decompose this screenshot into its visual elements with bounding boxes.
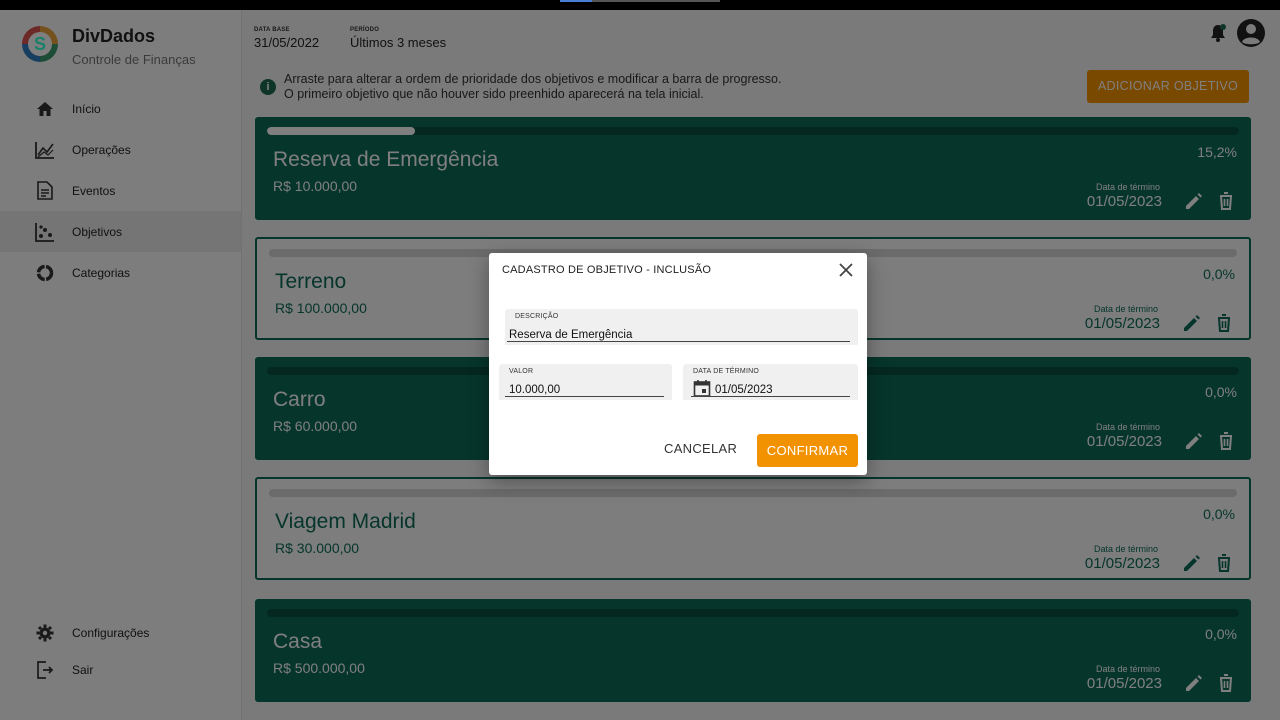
confirm-button[interactable]: CONFIRMAR xyxy=(757,434,858,467)
app-screen: S DivDados Controle de Finanças Início O… xyxy=(0,10,1280,720)
descricao-field[interactable]: DESCRIÇÃO Reserva de Emergência xyxy=(505,309,858,345)
field-underline xyxy=(505,396,664,397)
window-indicator xyxy=(560,0,592,2)
field-underline xyxy=(507,341,850,342)
descricao-label: DESCRIÇÃO xyxy=(515,313,559,320)
top-strip xyxy=(0,0,1280,10)
objective-dialog: CADASTRO DE OBJETIVO - INCLUSÃO DESCRIÇÃ… xyxy=(489,253,867,475)
app-logo: S xyxy=(22,26,58,62)
descricao-input[interactable]: Reserva de Emergência xyxy=(509,329,632,341)
data-termino-field[interactable]: DATA DE TÉRMINO 01/05/2023 xyxy=(683,364,858,400)
field-underline xyxy=(691,396,850,397)
valor-field[interactable]: VALOR 10.000,00 xyxy=(499,364,672,400)
calendar-icon[interactable] xyxy=(693,379,711,402)
close-icon[interactable] xyxy=(837,261,855,279)
window-indicator-track xyxy=(592,0,720,2)
data-termino-input[interactable]: 01/05/2023 xyxy=(715,384,773,396)
valor-input[interactable]: 10.000,00 xyxy=(509,384,560,396)
dialog-title: CADASTRO DE OBJETIVO - INCLUSÃO xyxy=(502,264,712,276)
cancel-button[interactable]: CANCELAR xyxy=(664,441,737,456)
valor-label: VALOR xyxy=(509,368,534,375)
data-termino-label: DATA DE TÉRMINO xyxy=(693,368,760,375)
